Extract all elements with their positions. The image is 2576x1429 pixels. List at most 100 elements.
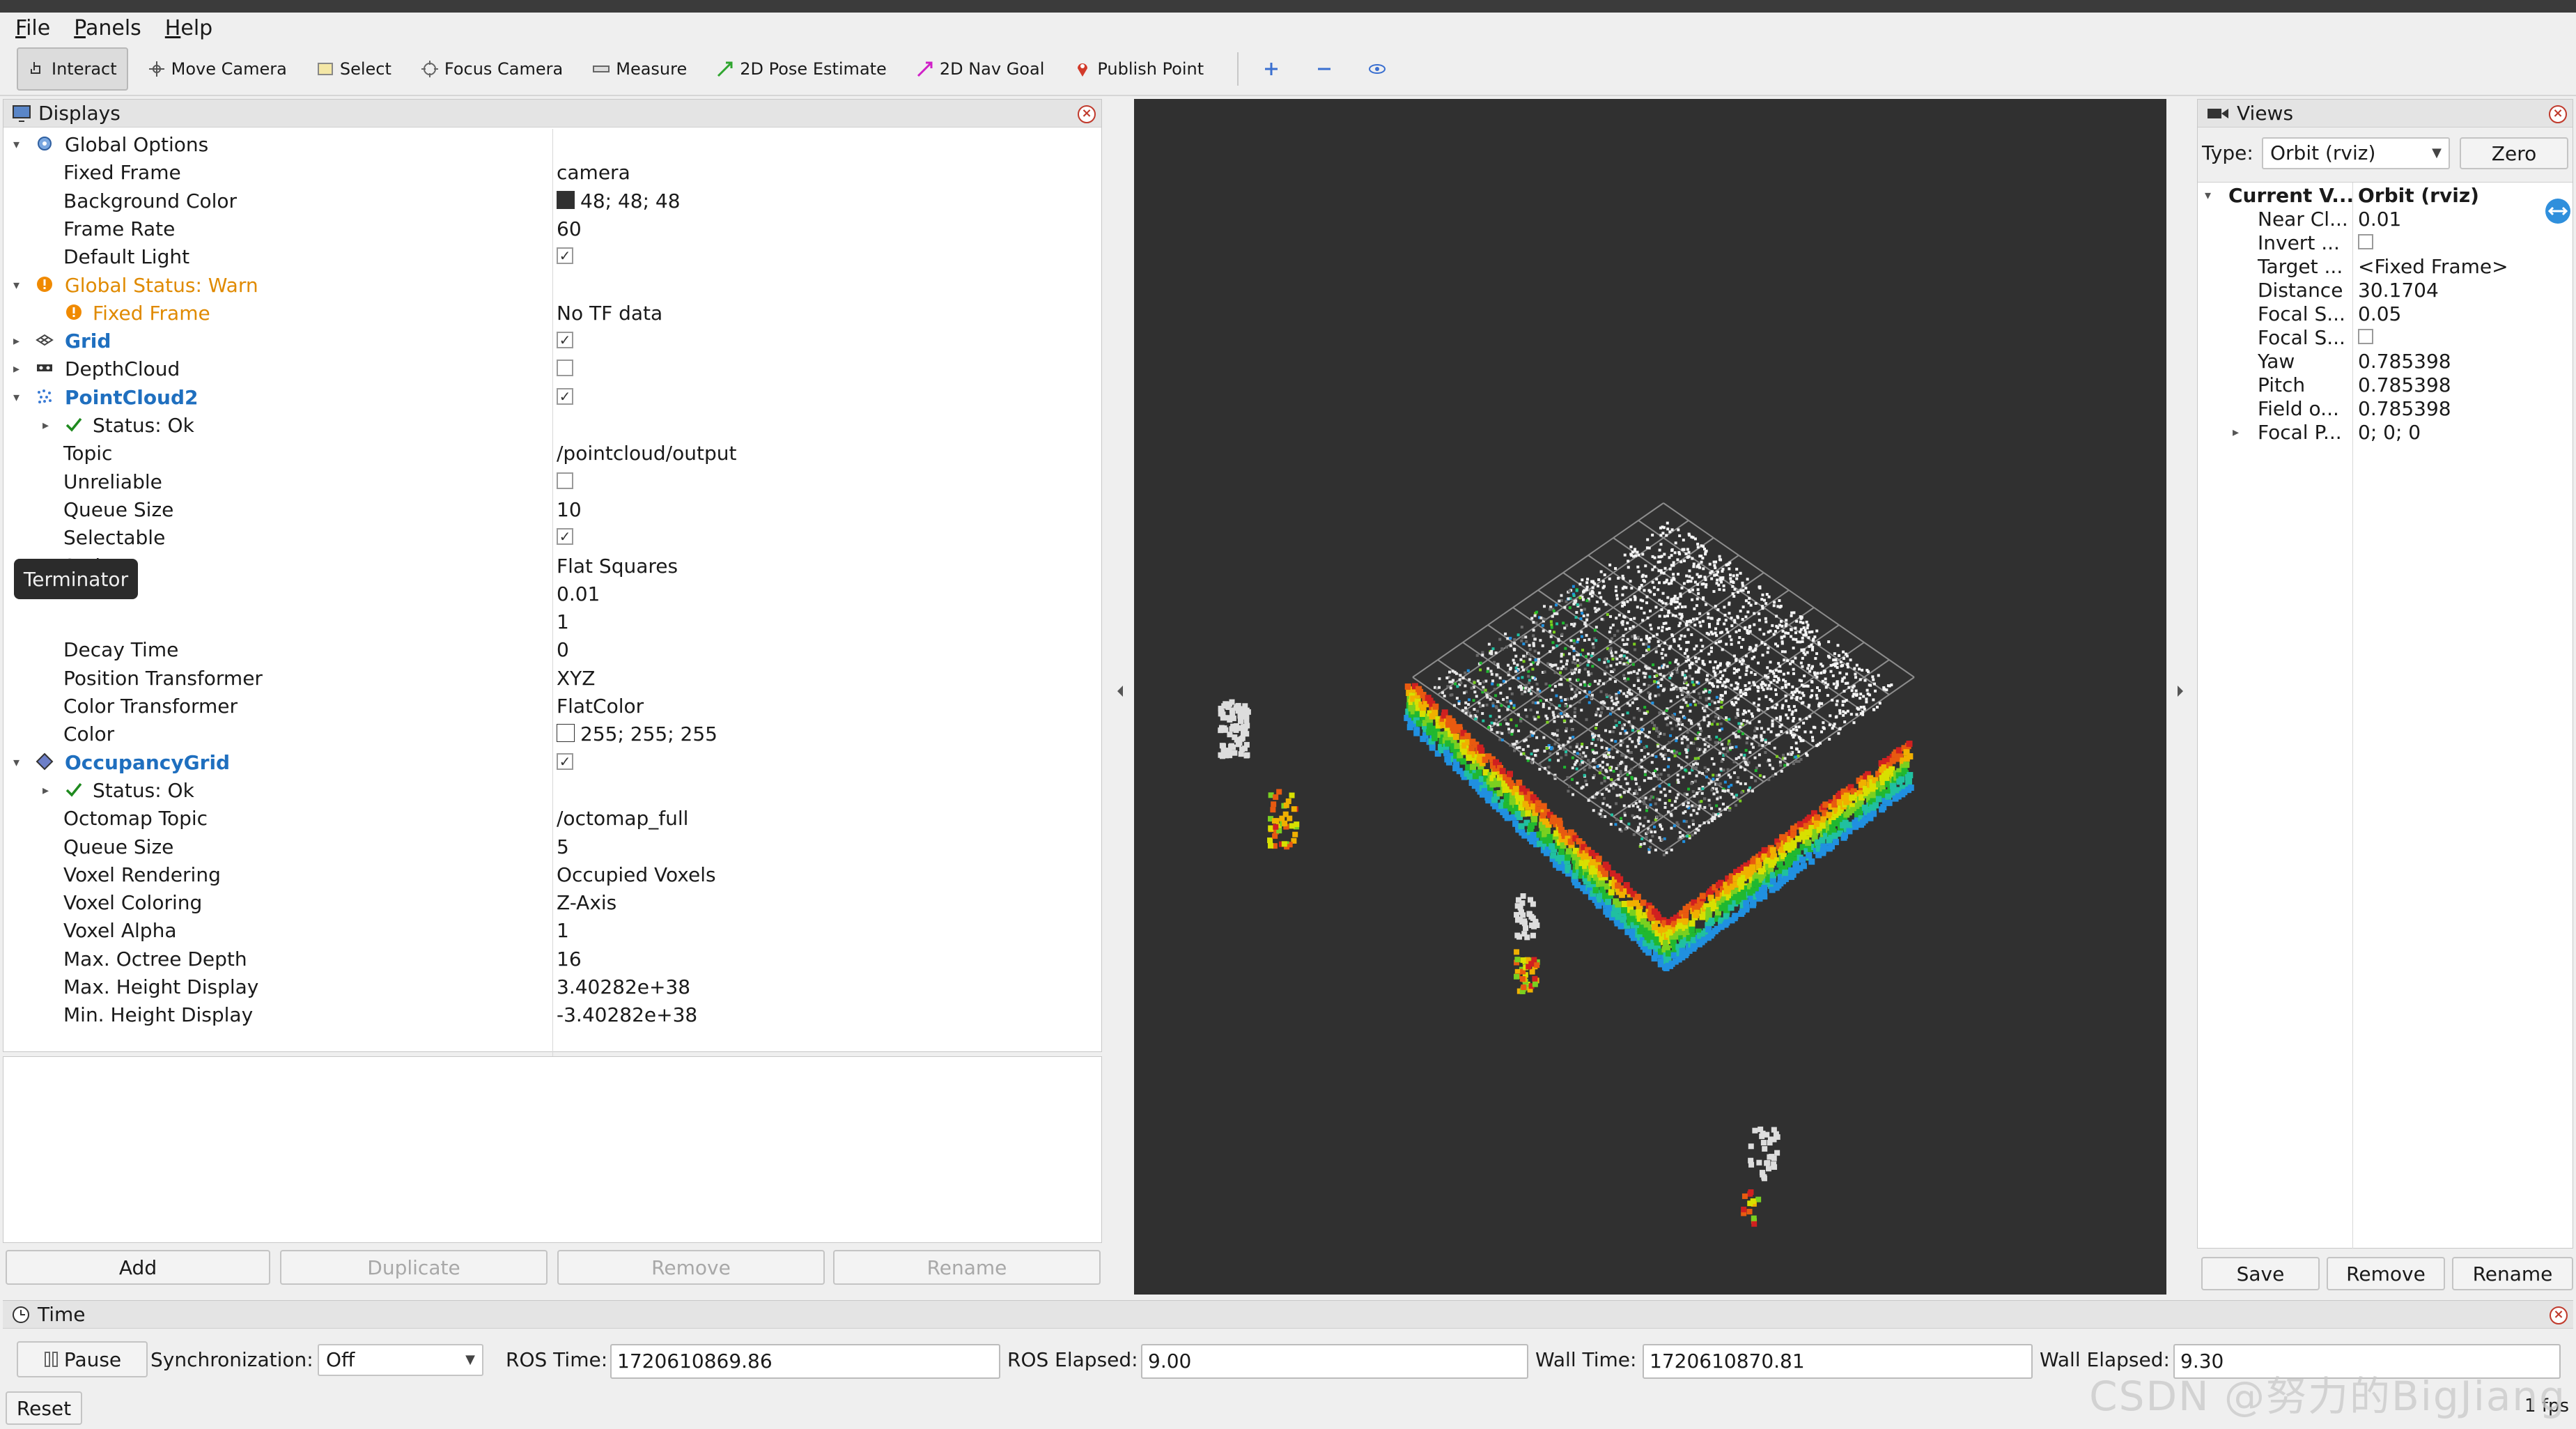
property-value[interactable]: 5 <box>557 834 569 860</box>
remove-tool-button[interactable] <box>1305 47 1349 91</box>
property-color-value[interactable]: 48; 48; 48 <box>557 188 681 215</box>
property-value[interactable]: 3.40282e+38 <box>557 974 690 1001</box>
tool-focus-camera[interactable]: Focus Camera <box>411 47 573 91</box>
property-value[interactable]: 0 <box>557 637 569 663</box>
property-value[interactable]: FlatColor <box>557 693 644 720</box>
duplicate-display-button[interactable]: Duplicate <box>280 1250 548 1285</box>
checkbox[interactable] <box>557 360 573 377</box>
view-property-value[interactable]: 0.785398 <box>2358 397 2451 421</box>
view-property-row[interactable]: Focal S... <box>2198 326 2573 350</box>
expand-arrow-icon[interactable]: ▾ <box>13 132 20 158</box>
rename-display-button[interactable]: Rename <box>833 1250 1101 1285</box>
collapsed-arrow-icon[interactable]: ▸ <box>2233 421 2239 445</box>
ros-elapsed-field[interactable]: 9.00 <box>1141 1344 1528 1379</box>
collapsed-arrow-icon[interactable]: ▸ <box>42 778 49 804</box>
display-property-row[interactable]: ▾ Global Status: Warn <box>3 272 1101 299</box>
sync-view-icon[interactable] <box>2543 196 2573 226</box>
display-property-row[interactable]: ▾ PointCloud2 ✓ <box>3 385 1101 411</box>
view-property-row[interactable]: Distance 30.1704 <box>2198 279 2573 302</box>
checkbox[interactable] <box>2358 329 2373 344</box>
property-color-value[interactable]: 255; 255; 255 <box>557 721 717 748</box>
tool-measure[interactable]: Measure <box>582 47 697 91</box>
view-property-value[interactable]: 0; 0; 0 <box>2358 421 2421 445</box>
close-icon[interactable]: × <box>2550 1306 2568 1324</box>
property-value[interactable]: camera <box>557 160 630 186</box>
view-property-row[interactable]: ▸ Focal P... 0; 0; 0 <box>2198 421 2573 445</box>
display-property-row[interactable]: ▸ Status: Ok <box>3 778 1101 804</box>
checkbox[interactable]: ✓ <box>557 752 573 770</box>
display-property-row[interactable]: Fixed Frame No TF data <box>3 300 1101 327</box>
tool-2d-nav-goal[interactable]: 2D Nav Goal <box>906 47 1055 91</box>
display-property-row[interactable]: Octomap Topic/octomap_full <box>3 805 1101 832</box>
menu-panels[interactable]: Panels <box>74 16 141 40</box>
property-checkbox[interactable] <box>557 356 573 383</box>
remove-view-button[interactable]: Remove <box>2327 1257 2445 1290</box>
view-property-row[interactable]: Yaw 0.785398 <box>2198 350 2573 373</box>
property-value[interactable]: 60 <box>557 216 582 242</box>
display-property-row[interactable]: Background Color 48; 48; 48 <box>3 188 1101 215</box>
display-property-row[interactable]: ▸ Grid ✓ <box>3 328 1101 355</box>
property-value[interactable]: 16 <box>557 946 582 973</box>
collapsed-arrow-icon[interactable]: ▸ <box>42 412 49 439</box>
display-property-row[interactable]: ▸ DepthCloud <box>3 356 1101 383</box>
expand-arrow-icon[interactable]: ▾ <box>13 385 20 411</box>
display-property-row[interactable]: ▾ OccupancyGrid ✓ <box>3 750 1101 776</box>
remove-display-button[interactable]: Remove <box>557 1250 825 1285</box>
checkbox[interactable]: ✓ <box>557 332 573 349</box>
add-display-button[interactable]: Add <box>6 1250 270 1285</box>
wall-time-field[interactable]: 1720610870.81 <box>1643 1344 2033 1379</box>
property-checkbox[interactable]: ✓ <box>557 750 573 776</box>
display-property-row[interactable]: Position Transformer XYZ <box>3 665 1101 692</box>
view-property-row[interactable]: Invert ... <box>2198 231 2573 255</box>
property-checkbox[interactable]: ✓ <box>557 328 573 355</box>
property-checkbox[interactable]: ✓ <box>557 244 573 270</box>
display-property-row[interactable]: Fixed Frame camera <box>3 160 1101 186</box>
right-splitter[interactable] <box>2166 99 2193 1295</box>
tool-publish-point[interactable]: Publish Point <box>1064 47 1213 91</box>
checkbox[interactable]: ✓ <box>557 247 573 265</box>
property-value[interactable]: No TF data <box>557 300 662 327</box>
view-property-row[interactable]: Near Cl... 0.01 <box>2198 208 2573 231</box>
display-property-row[interactable]: ▾ Global Options <box>3 132 1101 158</box>
left-splitter[interactable] <box>1108 99 1134 1295</box>
property-value[interactable]: /octomap_full <box>557 805 688 832</box>
display-property-row[interactable]: Voxel Rendering Occupied Voxels <box>3 862 1101 888</box>
display-property-row[interactable]: Min. Height Display -3.40282e+38 <box>3 1002 1101 1028</box>
render-3d-view[interactable] <box>1134 99 2166 1295</box>
display-property-row[interactable]: StyleFlat Squares <box>3 553 1101 580</box>
sync-select[interactable]: Off ▼ <box>318 1344 483 1376</box>
menu-file[interactable]: File <box>15 16 50 40</box>
display-property-row[interactable]: ▸ Status: Ok <box>3 412 1101 439</box>
menu-help[interactable]: Help <box>165 16 212 40</box>
view-property-value[interactable]: 0.785398 <box>2358 350 2451 373</box>
save-view-button[interactable]: Save <box>2201 1257 2320 1290</box>
tool-move-camera[interactable]: Move Camera <box>138 47 297 91</box>
display-property-row[interactable]: Color 255; 255; 255 <box>3 721 1101 748</box>
view-property-value[interactable]: 30.1704 <box>2358 279 2439 302</box>
view-property-row[interactable]: Focal S... 0.05 <box>2198 302 2573 326</box>
display-property-row[interactable]: 1 <box>3 609 1101 635</box>
display-property-row[interactable]: Topic/pointcloud/output <box>3 440 1101 467</box>
pause-button[interactable]: Pause <box>17 1341 148 1377</box>
property-value[interactable]: 1 <box>557 609 569 635</box>
property-value[interactable]: 10 <box>557 497 582 523</box>
property-value[interactable]: Occupied Voxels <box>557 862 716 888</box>
view-property-value[interactable]: 0.05 <box>2358 302 2401 326</box>
display-property-row[interactable]: Decay Time 0 <box>3 637 1101 663</box>
display-property-row[interactable]: Max. Octree Depth 16 <box>3 946 1101 973</box>
checkbox[interactable] <box>557 472 573 489</box>
checkbox[interactable]: ✓ <box>557 387 573 405</box>
rename-view-button[interactable]: Rename <box>2452 1257 2573 1290</box>
tool-2d-pose-estimate[interactable]: 2D Pose Estimate <box>706 47 897 91</box>
view-type-select[interactable]: Orbit (rviz) ▼ <box>2262 137 2450 169</box>
display-property-row[interactable]: Color Transformer FlatColor <box>3 693 1101 720</box>
close-icon[interactable]: × <box>2549 105 2567 123</box>
display-property-row[interactable]: Voxel Alpha 1 <box>3 918 1101 944</box>
property-value[interactable]: Z-Axis <box>557 890 616 916</box>
expand-arrow-icon[interactable]: ▾ <box>13 750 20 776</box>
reset-button[interactable]: Reset <box>6 1391 82 1425</box>
current-view-row[interactable]: ▾ Current V... Orbit (rviz) <box>2198 184 2573 208</box>
tool-select[interactable]: Select <box>307 47 401 91</box>
collapsed-arrow-icon[interactable]: ▸ <box>13 328 20 355</box>
property-checkbox[interactable]: ✓ <box>557 525 573 551</box>
